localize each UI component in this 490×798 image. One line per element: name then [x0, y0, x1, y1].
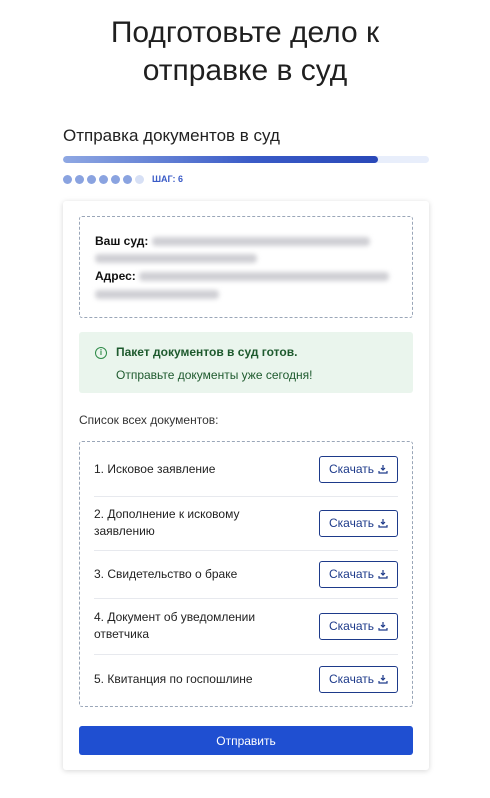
- submit-button-label: Отправить: [216, 733, 276, 748]
- documents-list: 1. Исковое заявление Скачать 2. Дополнен…: [79, 441, 413, 707]
- step-dot: [123, 174, 132, 184]
- address-label: Адрес:: [95, 269, 136, 283]
- download-icon: [378, 465, 388, 474]
- download-icon: [378, 675, 388, 684]
- document-name: 3. Свидетельство о браке: [94, 566, 238, 581]
- step-dot: [87, 174, 96, 184]
- page-title-line-2: отправке в суд: [142, 54, 348, 87]
- address-redacted-2: [95, 290, 219, 299]
- document-name: 1. Исковое заявление: [94, 461, 216, 476]
- download-icon: [378, 519, 388, 528]
- step-label: ШАГ: 6: [152, 174, 184, 184]
- download-button-label: Скачать: [329, 619, 374, 633]
- list-item: 1. Исковое заявление Скачать: [94, 442, 398, 497]
- info-icon: i: [95, 347, 107, 359]
- documents-list-title: Список всех документов:: [79, 413, 219, 427]
- step-dot: [63, 174, 72, 184]
- alert-text: Отправьте документы уже сегодня!: [116, 368, 313, 382]
- download-button[interactable]: Скачать: [319, 509, 398, 537]
- step-dot: [135, 174, 144, 184]
- document-name: 4. Документ об уведомлении ответчика: [94, 610, 256, 641]
- alert-title: Пакет документов в суд готов.: [116, 345, 298, 359]
- download-button-label: Скачать: [329, 516, 374, 530]
- download-button-label: Скачать: [329, 567, 374, 581]
- progress-bar: [63, 156, 429, 163]
- list-item: 3. Свидетельство о браке Скачать: [94, 550, 398, 599]
- page-title: Подготовьте дело к отправке в суд: [0, 14, 490, 90]
- document-name: 2. Дополнение к исковому заявлению: [94, 507, 240, 538]
- download-button-label: Скачать: [329, 462, 374, 476]
- download-button[interactable]: Скачать: [319, 560, 398, 588]
- download-icon: [378, 622, 388, 631]
- progress-bar-fill: [63, 156, 378, 163]
- court-address-row: Адрес:: [95, 269, 390, 283]
- download-button[interactable]: Скачать: [319, 665, 398, 693]
- submit-button[interactable]: Отправить: [79, 726, 413, 755]
- step-dot: [111, 174, 120, 184]
- step-dot: [75, 174, 84, 184]
- document-name: 5. Квитанция по госпошлине: [94, 671, 253, 686]
- list-item: 5. Квитанция по госпошлине Скачать: [94, 654, 398, 704]
- court-label: Ваш суд:: [95, 234, 149, 248]
- step-dot: [99, 174, 108, 184]
- court-info-box: Ваш суд: Адрес:: [79, 216, 413, 318]
- download-button-label: Скачать: [329, 672, 374, 686]
- court-name-redacted-2: [95, 254, 257, 263]
- page-title-line-1: Подготовьте дело к: [110, 16, 380, 49]
- download-button[interactable]: Скачать: [319, 612, 398, 640]
- list-item: 4. Документ об уведомлении ответчика Ска…: [94, 598, 398, 655]
- documents-card: Ваш суд: Адрес: i Пакет документов в суд…: [63, 201, 429, 770]
- list-item: 2. Дополнение к исковому заявлению Скача…: [94, 496, 398, 551]
- download-icon: [378, 570, 388, 579]
- step-indicator: ШАГ: 6: [63, 173, 183, 185]
- section-title: Отправка документов в суд: [63, 126, 280, 145]
- court-name-row: Ваш суд:: [95, 234, 370, 248]
- success-alert: i Пакет документов в суд готов. Отправьт…: [79, 332, 413, 393]
- download-button[interactable]: Скачать: [319, 455, 398, 483]
- address-redacted: [139, 272, 390, 282]
- court-name-redacted: [151, 237, 370, 247]
